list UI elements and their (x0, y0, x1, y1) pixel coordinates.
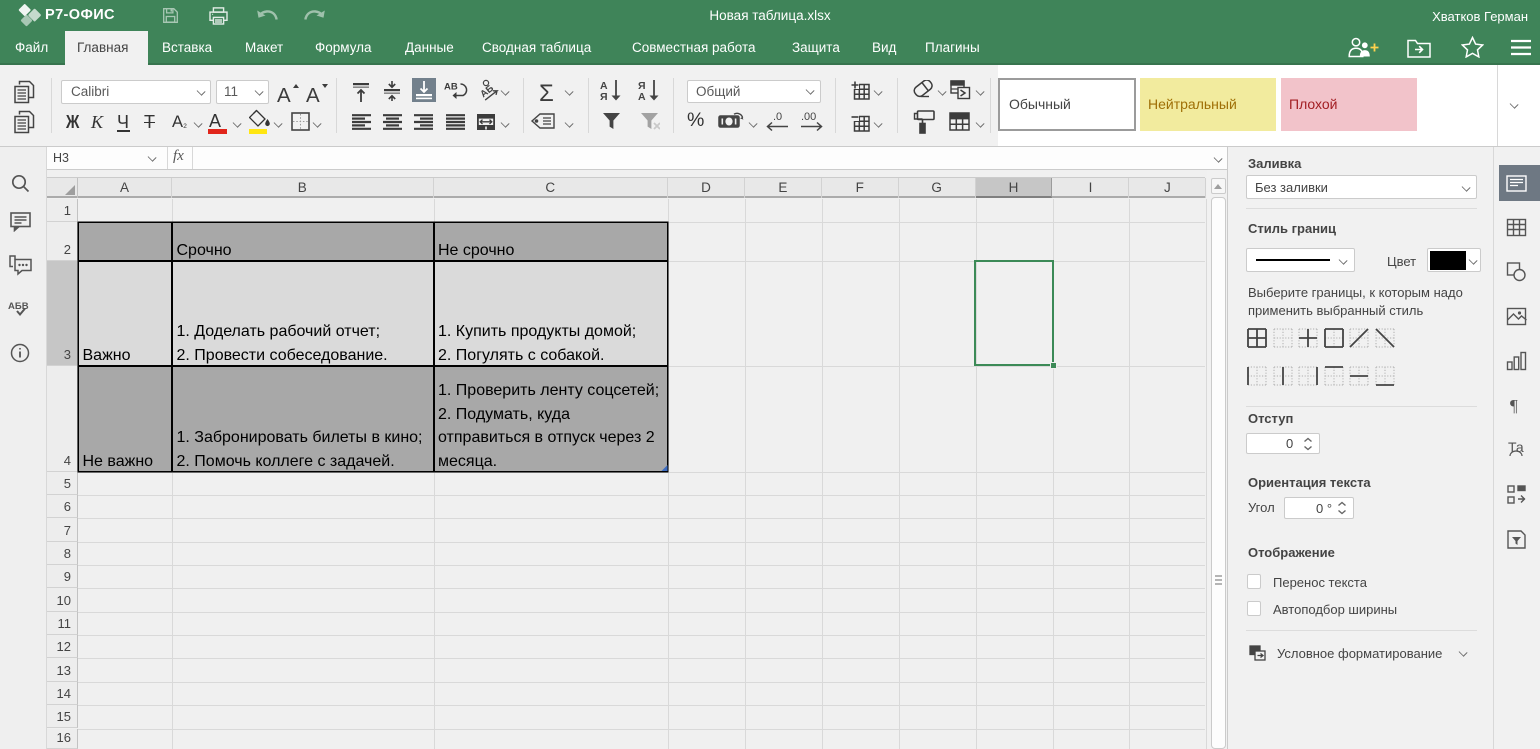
svg-text:Σ: Σ (539, 80, 554, 104)
svg-text:.00: .00 (801, 111, 816, 123)
svg-text:¶: ¶ (1510, 396, 1518, 415)
svg-text:АБВ: АБВ (8, 301, 29, 312)
svg-text:.0: .0 (773, 111, 782, 123)
svg-text:Я: Я (600, 91, 608, 102)
svg-text:Та: Та (1508, 439, 1524, 455)
svg-text:AB: AB (444, 82, 458, 93)
svg-text:А: А (277, 84, 291, 105)
svg-text:А: А (306, 84, 320, 105)
svg-text:А: А (638, 91, 646, 102)
